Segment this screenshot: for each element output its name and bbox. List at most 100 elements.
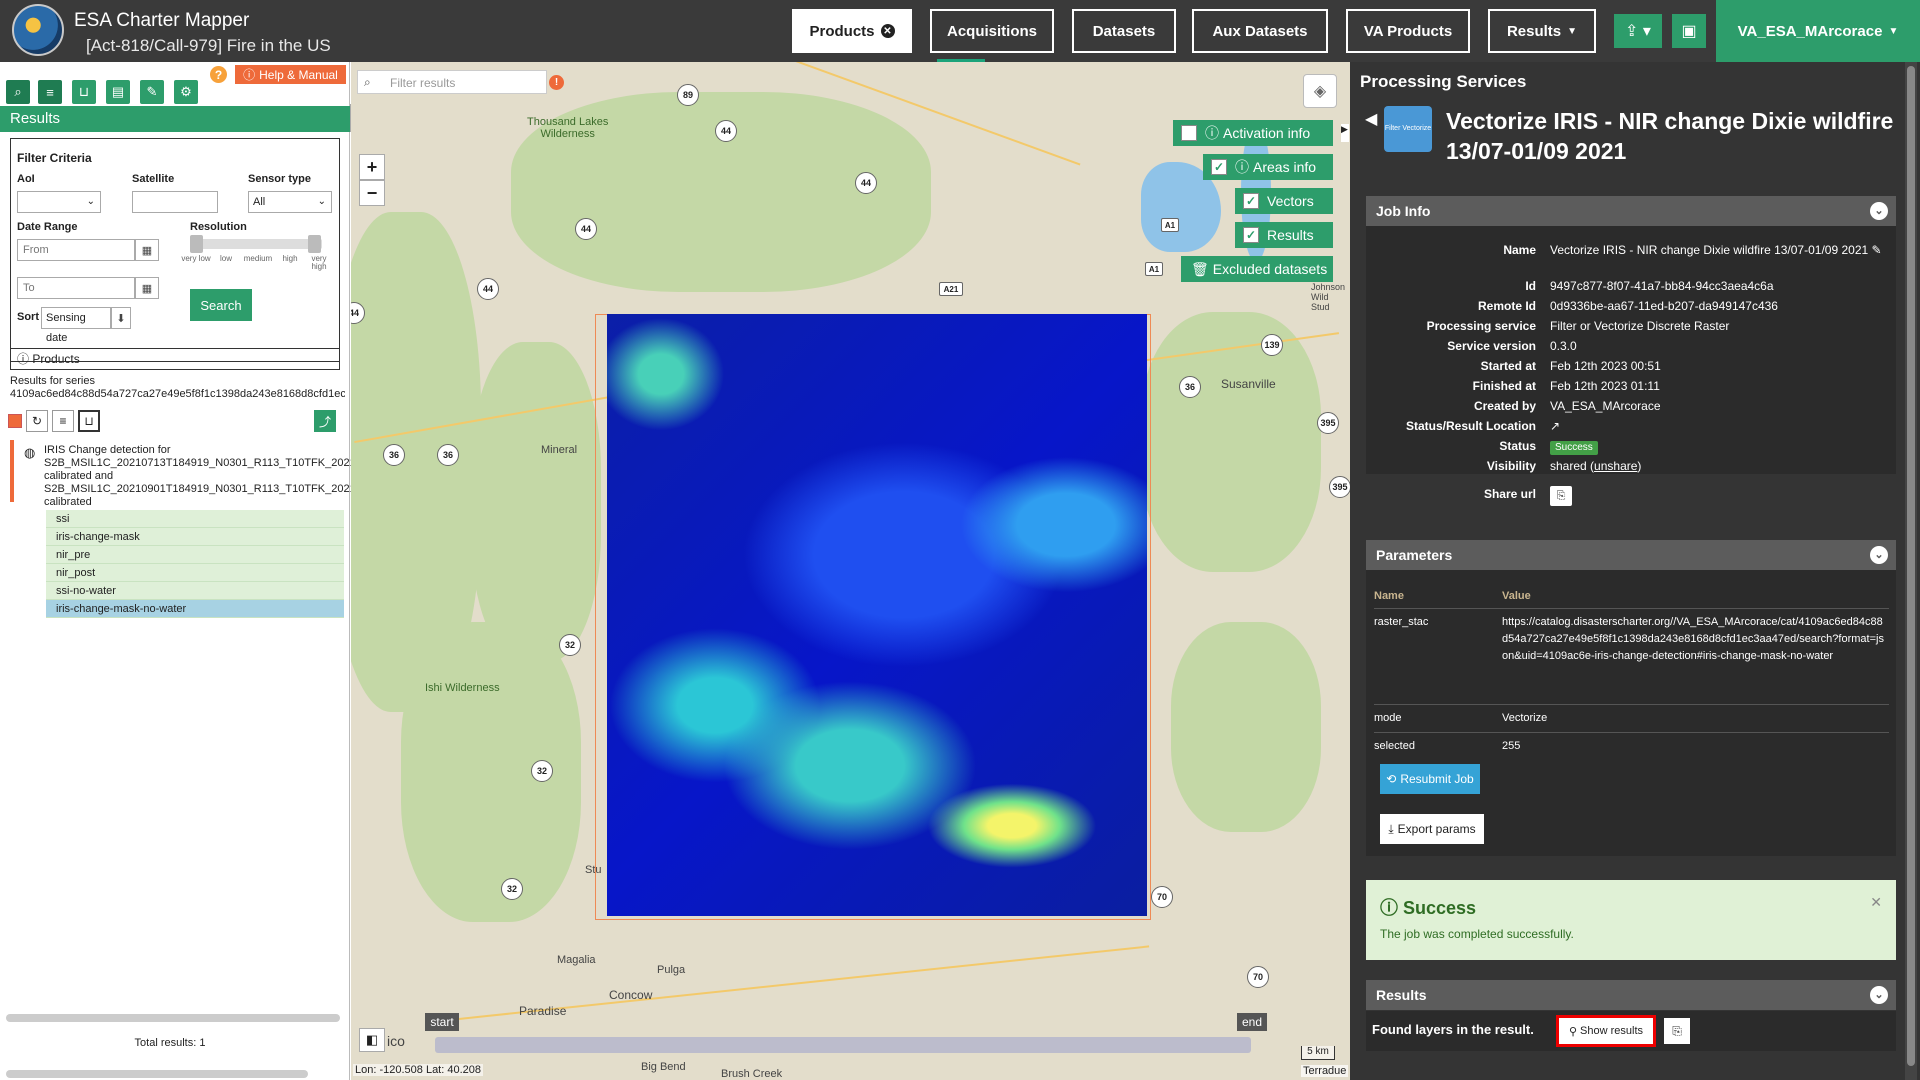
pencil-icon[interactable]: ✎ [1872, 243, 1882, 257]
layer-item[interactable]: ssi [46, 510, 344, 528]
gear-icon[interactable]: ⚙ [174, 80, 198, 104]
search-icon[interactable]: ⌕ [6, 80, 30, 104]
share-icon[interactable]: ⤴ [314, 410, 336, 432]
basemap-icon[interactable]: ◧ [359, 1028, 385, 1052]
help-manual-button[interactable]: ⓘ Help & Manual [235, 65, 346, 84]
app-title: ESA Charter Mapper [74, 10, 250, 31]
total-results: Total results: 1 [134, 1037, 206, 1049]
external-link-icon[interactable]: ↗ [1550, 419, 1560, 433]
select-all-checkbox[interactable] [8, 414, 22, 428]
nav-results[interactable]: Results ▼ [1488, 9, 1596, 53]
checkbox[interactable]: ✓ [1243, 227, 1259, 243]
parameters-header[interactable]: Parameters ⌄ [1366, 540, 1896, 570]
date-from-input[interactable]: From [17, 239, 135, 261]
pencil-icon[interactable]: ✎ [140, 80, 164, 104]
refresh-icon[interactable]: ↻ [26, 410, 48, 432]
date-to-input[interactable]: To [17, 277, 135, 299]
param-row: mode Vectorize [1374, 704, 1889, 732]
user-menu[interactable]: VA_ESA_MArcorace ▼ [1716, 0, 1920, 62]
layer-item[interactable]: iris-change-mask [46, 528, 344, 546]
toggle-areas-info[interactable]: ✓ ⓘ Areas info [1203, 154, 1333, 180]
satellite-input[interactable] [132, 191, 218, 213]
question-icon[interactable]: ? [210, 66, 227, 83]
aoi-select[interactable]: ⌄ [17, 191, 101, 213]
zoom-in-button[interactable]: + [359, 154, 385, 180]
resolution-slider-max-handle[interactable] [308, 235, 321, 253]
alert-icon[interactable]: ! [549, 75, 564, 90]
archive-icon[interactable]: ▤ [106, 80, 130, 104]
route-shield: A1 [1161, 218, 1179, 232]
nav-products[interactable]: Products ✕ [792, 9, 912, 53]
horizontal-scrollbar[interactable] [6, 1070, 308, 1078]
layer-item[interactable]: ssi-no-water [46, 582, 344, 600]
raster-result-layer[interactable] [607, 314, 1147, 916]
sort-select[interactable]: Sensing date [41, 307, 111, 344]
checkbox[interactable]: ✓ [1211, 159, 1227, 175]
timeline-end-label: end [1237, 1013, 1267, 1031]
resolution-tick: low [219, 254, 232, 263]
excluded-datasets-button[interactable]: 🗑 Excluded datasets [1181, 256, 1333, 282]
copy-icon[interactable]: ⎘ [1550, 486, 1572, 506]
layer-item[interactable]: iris-change-mask-no-water [46, 600, 344, 618]
basket-icon[interactable]: ⊔ [72, 80, 96, 104]
products-header[interactable]: ⓘ Products [10, 348, 340, 370]
expand-arrow-icon[interactable]: ▶ [1341, 124, 1349, 142]
scrollbar-thumb[interactable] [1907, 66, 1915, 1066]
layer-item[interactable]: nir_post [46, 564, 344, 582]
resubmit-job-button[interactable]: ⟲ Resubmit Job [1380, 764, 1480, 794]
toggle-activation-info[interactable]: ⓘ Activation info [1173, 120, 1333, 146]
chevron-down-icon[interactable]: ⌄ [1870, 546, 1888, 564]
toggle-results[interactable]: ✓ Results [1235, 222, 1333, 248]
back-arrow-icon[interactable]: ◀ [1365, 109, 1377, 129]
map-attribution[interactable]: Terradue [1301, 1065, 1349, 1077]
calendar-icon[interactable]: ▦ [135, 239, 159, 261]
close-icon[interactable]: ✕ [1870, 894, 1882, 911]
sensor-type-select[interactable]: All ⌄ [248, 191, 332, 213]
checkbox[interactable] [1181, 125, 1197, 141]
left-panel: ⌕ ≡ ⊔ ▤ ✎ ⚙ ? ⓘ Help & Manual Results Fi… [0, 62, 427, 1080]
search-button[interactable]: Search [190, 289, 252, 321]
toggle-vectors[interactable]: ✓ Vectors [1235, 188, 1333, 214]
layer-item[interactable]: nir_pre [46, 546, 344, 564]
results-section-header[interactable]: Results ⌄ [1366, 980, 1896, 1010]
nav-aux-datasets[interactable]: Aux Datasets [1192, 9, 1328, 53]
chevron-down-icon[interactable]: ⌄ [1870, 986, 1888, 1004]
resolution-slider[interactable] [190, 239, 322, 249]
filter-results-input[interactable]: ⌕ Filter results ! [357, 70, 564, 94]
job-info-header[interactable]: Job Info ⌄ [1366, 196, 1896, 226]
timeline-slider[interactable] [435, 1037, 1251, 1053]
upload-icon[interactable]: ⇪ ▾ [1614, 14, 1662, 48]
resolution-slider-min-handle[interactable] [190, 235, 203, 253]
show-results-button[interactable]: ⚲ Show results [1556, 1015, 1656, 1047]
product-item[interactable]: ◍ IRIS Change detection for S2B_MSIL1C_2… [10, 440, 427, 508]
briefcase-icon[interactable]: ▣ [1672, 14, 1706, 48]
chevron-down-icon: ⌄ [86, 196, 95, 207]
copy-icon[interactable]: ⎘ [1664, 1018, 1690, 1044]
list-icon[interactable]: ≡ [38, 80, 62, 104]
place-label: Thousand Lakes Wilderness [527, 116, 609, 140]
nav-va-products[interactable]: VA Products [1346, 9, 1470, 53]
search-icon: ⌕ [364, 75, 371, 89]
activation-title: [Act-818/Call-979] Fire in the US [86, 36, 331, 55]
timeline-start-label: start [425, 1013, 459, 1031]
nav-datasets[interactable]: Datasets [1072, 9, 1176, 53]
nav-acquisitions[interactable]: Acquisitions [930, 9, 1054, 53]
sensor-type-label: Sensor type [248, 173, 311, 185]
place-label: Paradise [519, 1004, 567, 1018]
job-title: Vectorize IRIS - NIR change Dixie wildfi… [1446, 108, 1894, 164]
list-icon[interactable]: ≡ [52, 410, 74, 432]
close-icon[interactable]: ✕ [880, 24, 895, 38]
sort-direction-icon[interactable]: ⬇ [111, 307, 131, 329]
unshare-link[interactable]: unshare [1594, 459, 1637, 473]
checkbox[interactable]: ✓ [1243, 193, 1259, 209]
export-params-button[interactable]: ⤓ Export params [1380, 814, 1484, 844]
zoom-out-button[interactable]: − [359, 180, 385, 206]
horizontal-scrollbar[interactable] [6, 1014, 340, 1022]
charter-logo[interactable] [12, 4, 64, 56]
chevron-down-icon[interactable]: ⌄ [1870, 202, 1888, 220]
calendar-icon[interactable]: ▦ [135, 277, 159, 299]
map[interactable]: 89 44 44 44 44 44 A1 A1 A21 139 36 36 36… [351, 62, 1350, 1080]
date-range-label: Date Range [17, 221, 78, 233]
basket-icon[interactable]: ⊔ [78, 410, 100, 432]
layers-icon[interactable]: ◈ [1303, 74, 1337, 108]
